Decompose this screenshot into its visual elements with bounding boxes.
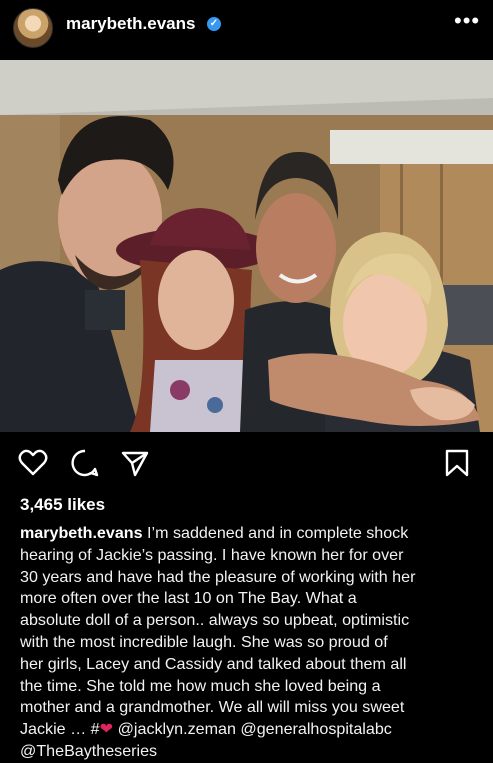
profile-avatar[interactable] — [13, 8, 53, 48]
like-heart-icon[interactable] — [18, 448, 48, 478]
mention-link[interactable]: @jacklyn.zeman — [118, 720, 236, 738]
caption-line: I’m saddened and in complete shock — [147, 524, 409, 542]
share-send-icon[interactable] — [120, 448, 150, 478]
post-username[interactable]: marybeth.evans — [66, 14, 195, 34]
post-photo[interactable] — [0, 60, 493, 432]
post-header: marybeth.evans ✓ ••• — [0, 0, 493, 56]
caption-line: mother and a grandmother. We all will mi… — [20, 698, 405, 717]
group-selfie-image — [0, 60, 493, 432]
verified-badge-icon: ✓ — [207, 17, 221, 31]
caption-username[interactable]: marybeth.evans — [20, 524, 143, 542]
save-bookmark-icon[interactable] — [444, 448, 470, 478]
post-caption: marybeth.evans I’m saddened and in compl… — [20, 523, 480, 763]
caption-line: absolute doll of a person.. always so up… — [20, 611, 410, 630]
heart-emoji-icon: ❤ — [99, 720, 114, 739]
mention-link[interactable]: @generalhospitalabc — [240, 720, 391, 738]
caption-line: the time. She told me how much she loved… — [20, 676, 381, 695]
mention-link[interactable]: @TheBaytheseries — [20, 742, 157, 760]
caption-line: with the most incredible laugh. She was … — [20, 632, 388, 651]
comment-icon[interactable] — [70, 448, 100, 478]
more-options-icon[interactable]: ••• — [454, 8, 480, 34]
caption-line: hearing of Jackie’s passing. I have know… — [20, 545, 404, 564]
caption-line: 30 years and have had the pleasure of wo… — [20, 567, 416, 586]
likes-count[interactable]: 3,465 likes — [20, 495, 105, 515]
caption-line: her girls, Lacey and Cassidy and talked … — [20, 654, 407, 673]
post-actions — [0, 448, 493, 482]
caption-line: more often over the last 10 on The Bay. … — [20, 589, 357, 608]
caption-line: Jackie … # — [20, 720, 100, 739]
